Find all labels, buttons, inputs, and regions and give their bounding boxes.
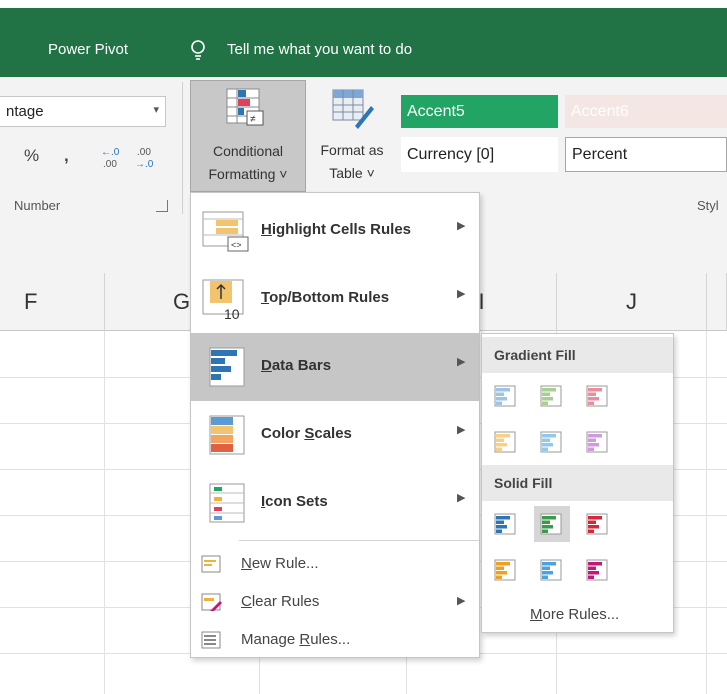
style-currency0[interactable]: Currency [0] [401,137,558,172]
gridline [706,331,707,694]
more-rules-link[interactable]: More Rules... [530,606,619,623]
svg-text:10: 10 [224,306,240,321]
svg-text:.00: .00 [103,159,117,170]
column-header-k[interactable] [707,273,727,331]
svg-text:.00: .00 [137,147,151,158]
chevron-right-icon: ▶ [457,424,466,436]
conditional-formatting-menu: <> Highlight Cells Rules ▶ 10 Top/Bottom… [190,192,480,658]
conditional-formatting-icon: ≠ [226,88,264,126]
solid-fill-4-button[interactable] [488,552,524,588]
solid-fill-5-button[interactable] [534,552,570,588]
menu-item-label: Manage Rules... [241,631,351,648]
format-as-table-label-2: Table ˅ [329,165,375,181]
menu-item-label: Color Scales [261,425,352,442]
menu-item-label: Data Bars [261,357,332,374]
solid-fill-label: Solid Fill [494,475,553,491]
number-dialog-launcher-icon[interactable] [156,200,168,212]
dropdown-arrow-icon: ▾ [153,104,159,116]
svg-text:≠: ≠ [250,114,256,125]
icon-sets-icon [209,483,245,523]
format-as-table-label-1: Format as [320,142,384,158]
conditional-formatting-label-2: Formatting ˅ [208,166,288,182]
group-separator [182,82,183,214]
solid-fill-header: Solid Fill [482,465,673,501]
number-group-label: Number [14,198,61,213]
column-header-f[interactable]: F [0,273,105,331]
gradient-fill-label: Gradient Fill [494,347,576,363]
chevron-right-icon: ▶ [457,492,466,504]
solid-fill-1-button[interactable] [488,506,524,542]
number-format-value: ntage [6,103,44,120]
menu-divider [239,540,479,541]
menu-item-clear-rules[interactable]: Clear Rules ▶ [191,583,479,621]
conditional-formatting-label-1: Conditional [212,143,284,159]
data-bars-submenu: Gradient Fill Solid Fill More Rules... [481,333,674,633]
menu-item-icon-sets[interactable]: Icon Sets ▶ [191,469,479,537]
highlight-cells-icon: <> [202,211,249,252]
style-accent6[interactable]: Accent6 [565,95,727,128]
chevron-right-icon: ▶ [457,356,466,368]
conditional-formatting-button[interactable]: ≠ Conditional Formatting ˅ [190,80,306,192]
tell-me-search[interactable]: Tell me what you want to do [227,41,412,59]
gradient-fill-6-button[interactable] [580,424,616,460]
menu-item-label: Top/Bottom Rules [261,289,390,306]
gradient-fill-header: Gradient Fill [482,337,673,373]
gradient-fill-1-button[interactable] [488,378,524,414]
menu-item-label: Icon Sets [261,493,328,510]
style-accent5[interactable]: Accent5 [401,95,558,128]
svg-text:→.0: →.0 [135,159,154,170]
gradient-fill-2-button[interactable] [534,378,570,414]
tab-power-pivot[interactable]: Power Pivot [48,41,128,59]
chevron-right-icon: ▶ [457,288,466,300]
menu-item-label: New Rule... [241,555,319,572]
increase-decimal-button[interactable]: ←.0.00 [100,144,126,172]
gradient-fill-3-button[interactable] [580,378,616,414]
menu-item-manage-rules[interactable]: Manage Rules... [191,621,479,659]
menu-item-data-bars[interactable]: Data Bars ▶ [191,333,479,401]
format-as-table-button[interactable]: Format as Table ˅ [307,80,397,192]
styles-group-label: Styl [697,198,719,213]
color-scales-icon [209,415,245,455]
menu-item-color-scales[interactable]: Color Scales ▶ [191,401,479,469]
svg-text:<>: <> [231,240,242,250]
solid-fill-2-button[interactable] [534,506,570,542]
column-label: J [626,289,637,314]
gradient-fill-4-button[interactable] [488,424,524,460]
manage-rules-icon [201,631,221,649]
menu-item-label: Clear Rules [241,593,320,610]
column-label: F [24,289,38,314]
number-format-select[interactable]: ntage ▾ [0,96,166,127]
data-bars-icon [209,347,245,387]
column-header-j[interactable]: J [557,273,707,331]
gridline [104,331,105,694]
menu-item-highlight-cells-rules[interactable]: <> Highlight Cells Rules ▶ [191,197,479,265]
comma-style-button[interactable]: , [64,146,69,166]
decrease-decimal-button[interactable]: .00 →.0 [134,144,160,172]
clear-rules-icon [201,593,222,611]
chevron-right-icon: ▶ [457,595,466,607]
menu-item-label: Highlight Cells Rules [261,221,412,238]
gradient-fill-5-button[interactable] [534,424,570,460]
style-percent[interactable]: Percent [565,137,727,172]
format-as-table-icon [332,89,374,129]
lightbulb-icon [190,39,206,66]
menu-item-top-bottom-rules[interactable]: 10 Top/Bottom Rules ▶ [191,265,479,333]
chevron-right-icon: ▶ [457,220,466,232]
menu-item-new-rule[interactable]: New Rule... [191,545,479,583]
percent-style-button[interactable]: % [24,146,39,166]
new-rule-icon [201,555,221,573]
ribbon-tab-bar: Power Pivot Tell me what you want to do [0,8,727,77]
svg-text:←.0: ←.0 [101,147,120,158]
solid-fill-3-button[interactable] [580,506,616,542]
top-bottom-icon: 10 [202,279,244,321]
solid-fill-6-button[interactable] [580,552,616,588]
